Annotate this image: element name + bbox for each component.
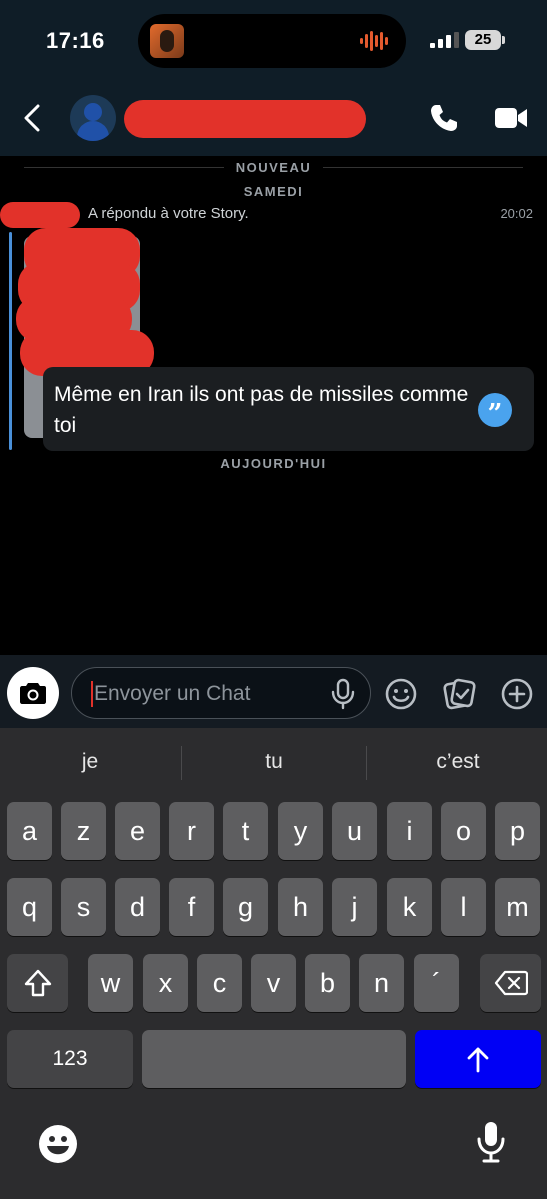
now-playing-thumbnail — [150, 24, 184, 58]
key[interactable]: i — [387, 802, 432, 860]
dynamic-island[interactable] — [138, 14, 406, 68]
key[interactable]: y — [278, 802, 323, 860]
audio-waveform-icon — [360, 31, 388, 51]
quote-icon[interactable]: ” — [478, 393, 512, 429]
sender-name-redacted — [0, 202, 80, 228]
key[interactable]: u — [332, 802, 377, 860]
key[interactable]: h — [278, 878, 323, 936]
chat-input[interactable] — [94, 676, 324, 712]
key[interactable]: j — [332, 878, 377, 936]
key[interactable]: ´ — [414, 954, 459, 1012]
return-arrow-icon — [467, 1047, 489, 1073]
call-icon[interactable] — [428, 102, 460, 134]
mic-icon[interactable] — [330, 678, 356, 710]
camera-button[interactable] — [7, 667, 59, 719]
key[interactable]: m — [495, 878, 540, 936]
shift-key[interactable] — [7, 954, 68, 1012]
key[interactable]: c — [197, 954, 242, 1012]
key[interactable]: q — [7, 878, 52, 936]
key[interactable]: z — [61, 802, 106, 860]
keyboard: je tu c’est a z e r t y u i o p q s d f … — [0, 728, 547, 1199]
message-text: Même en Iran ils ont pas de missiles com… — [54, 383, 469, 437]
delete-key[interactable] — [480, 954, 541, 1012]
day-separator: AUJOURD'HUI — [220, 456, 327, 471]
key[interactable]: o — [441, 802, 486, 860]
emoji-icon[interactable] — [384, 677, 418, 711]
plus-icon[interactable] — [500, 677, 534, 711]
message-time: 20:02 — [500, 206, 533, 221]
video-icon[interactable] — [494, 104, 528, 132]
key[interactable]: l — [441, 878, 486, 936]
key[interactable]: e — [115, 802, 160, 860]
key[interactable]: v — [251, 954, 296, 1012]
suggestion-divider — [366, 746, 367, 780]
avatar[interactable] — [70, 95, 116, 141]
emoji-icon[interactable] — [38, 1124, 78, 1164]
contact-name-redacted[interactable] — [124, 100, 366, 138]
chat-header: 17:16 25 — [0, 0, 547, 156]
suggestion-1[interactable]: je — [0, 750, 180, 774]
key[interactable]: r — [169, 802, 214, 860]
numbers-key[interactable]: 123 — [7, 1030, 133, 1088]
reply-indicator-bar — [9, 232, 12, 450]
return-key[interactable] — [415, 1030, 541, 1088]
key[interactable]: w — [88, 954, 133, 1012]
space-key[interactable] — [142, 1030, 406, 1088]
back-icon[interactable] — [20, 100, 46, 136]
key[interactable]: d — [115, 878, 160, 936]
chat-input-bar — [0, 655, 547, 728]
key[interactable]: b — [305, 954, 350, 1012]
sticker-icon[interactable] — [442, 677, 476, 711]
key[interactable]: k — [387, 878, 432, 936]
day-separator: SAMEDI — [243, 184, 304, 199]
text-cursor — [91, 681, 93, 707]
key[interactable]: n — [359, 954, 404, 1012]
story-reply-notice: A répondu à votre Story. — [88, 205, 249, 222]
key[interactable]: s — [61, 878, 106, 936]
message-bubble[interactable]: Même en Iran ils ont pas de missiles com… — [43, 367, 534, 451]
suggestion-3[interactable]: c’est — [368, 750, 547, 774]
key[interactable]: t — [223, 802, 268, 860]
new-messages-label: NOUVEAU — [235, 160, 312, 175]
key[interactable]: g — [223, 878, 268, 936]
chat-text-field[interactable] — [71, 667, 371, 719]
battery-indicator: 25 — [465, 30, 505, 50]
camera-icon — [20, 683, 46, 704]
suggestion-2[interactable]: tu — [184, 750, 364, 774]
suggestion-divider — [181, 746, 182, 780]
key[interactable]: a — [7, 802, 52, 860]
signal-icon — [430, 32, 459, 48]
key[interactable]: x — [143, 954, 188, 1012]
key[interactable]: p — [495, 802, 540, 860]
key[interactable]: f — [169, 878, 214, 936]
shift-icon — [24, 969, 51, 997]
mic-icon[interactable] — [476, 1120, 506, 1164]
status-time: 17:16 — [46, 28, 105, 53]
delete-icon — [494, 970, 528, 996]
